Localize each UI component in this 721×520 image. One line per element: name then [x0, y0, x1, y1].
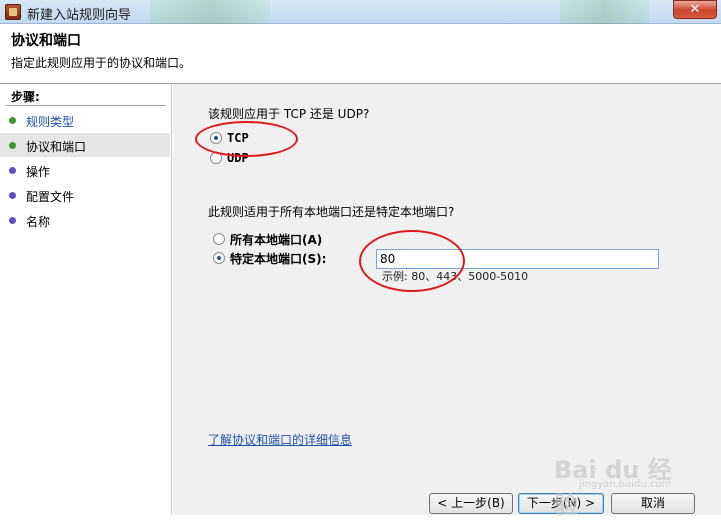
sidebar-item-rule-type[interactable]: 规则类型 [0, 108, 170, 132]
specific-ports-label[interactable]: 特定本地端口(S): [230, 250, 326, 267]
all-ports-radio[interactable] [213, 233, 225, 245]
window-title: 新建入站规则向导 [27, 8, 132, 23]
page-subtitle: 指定此规则应用于的协议和端口。 [11, 56, 192, 70]
annotation-circle [195, 121, 298, 157]
sidebar-item-protocol-port[interactable]: 协议和端口 [0, 133, 170, 157]
page-title: 协议和端口 [11, 33, 81, 49]
sidebar-item-label: 名称 [26, 215, 51, 229]
step-dot-icon [9, 192, 16, 199]
step-dot-icon [9, 217, 16, 224]
close-button[interactable]: ✕ [673, 0, 717, 19]
divider [6, 105, 166, 106]
sidebar-item-label: 规则类型 [26, 115, 75, 129]
step-dot-icon [9, 142, 16, 149]
annotation-circle [359, 230, 465, 292]
step-dot-icon [9, 117, 16, 124]
back-button[interactable]: < 上一步(B) [429, 493, 513, 514]
sidebar-item-label: 协议和端口 [26, 140, 87, 154]
protocol-question: 该规则应用于 TCP 还是 UDP? [208, 107, 370, 121]
background-blur [560, 0, 650, 24]
all-ports-label[interactable]: 所有本地端口(A) [230, 231, 322, 248]
learn-more-link[interactable]: 了解协议和端口的详细信息 [208, 431, 352, 448]
window-titlebar: 新建入站规则向导 ✕ [0, 0, 721, 24]
watermark-url: jingyan.baidu.com [579, 479, 672, 490]
sidebar-item-name[interactable]: 名称 [0, 208, 170, 232]
sidebar-item-profile[interactable]: 配置文件 [0, 183, 170, 207]
baidu-watermark: Bai du 经验 jingyan.baidu.com [549, 434, 689, 519]
specific-ports-radio[interactable] [213, 252, 225, 264]
background-blur [150, 0, 270, 24]
wizard-header: 协议和端口 指定此规则应用于的协议和端口。 [0, 24, 721, 84]
firewall-app-icon [5, 4, 21, 20]
port-question: 此规则适用于所有本地端口还是特定本地端口? [208, 205, 455, 219]
step-dot-icon [9, 167, 16, 174]
steps-sidebar: 步骤: 规则类型 协议和端口 操作 配置文件 名称 [0, 84, 172, 515]
steps-heading: 步骤: [11, 90, 40, 104]
sidebar-item-label: 操作 [26, 165, 51, 179]
sidebar-item-action[interactable]: 操作 [0, 158, 170, 182]
sidebar-item-label: 配置文件 [26, 190, 75, 204]
